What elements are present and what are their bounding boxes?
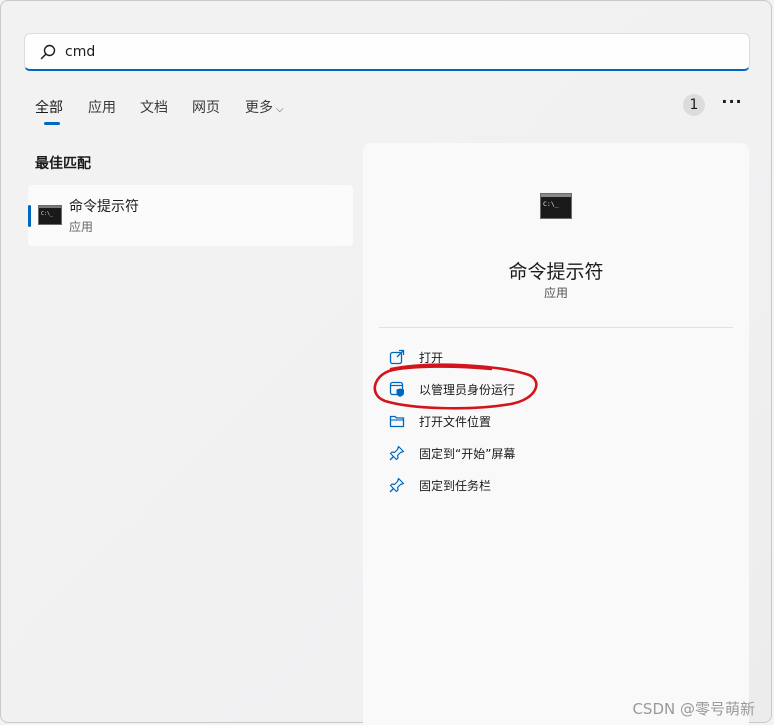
action-open-file-location[interactable]: 打开文件位置 [379,408,733,434]
tab-more[interactable]: 更多 ⌵ [245,97,284,117]
action-pin-to-taskbar[interactable]: 固定到任务栏 [379,472,733,498]
result-type: 应用 [69,220,94,234]
divider [379,327,733,328]
tab-documents[interactable]: 文档 [140,97,168,117]
tab-apps[interactable]: 应用 [88,97,116,117]
rewards-badge[interactable]: 1 [683,94,705,116]
action-open[interactable]: 打开 [379,344,733,370]
tab-all[interactable]: 全部 [35,97,63,125]
action-label: 固定到“开始”屏幕 [419,447,516,461]
app-type: 应用 [543,286,568,300]
command-prompt-icon: C:\_ [540,193,572,219]
action-label: 打开 [419,351,444,365]
best-match-result[interactable]: C:\_ 命令提示符 应用 [28,185,353,246]
svg-text:C:\_: C:\_ [543,200,559,208]
tab-label: 全部 [35,100,63,116]
chevron-down-icon: ⌵ [276,104,284,115]
search-box[interactable] [24,33,750,71]
watermark: CSDN @零号萌新 [632,700,755,718]
details-pane: C:\_ 命令提示符 应用 打开 以管理员身份运行 打开文件位置 固定到“开始”… [363,143,749,725]
action-run-as-admin[interactable]: 以管理员身份运行 [379,376,733,402]
selection-indicator [28,205,31,227]
svg-text:C:\_: C:\_ [41,211,54,217]
shield-admin-icon [389,381,404,397]
action-label: 以管理员身份运行 [419,383,516,397]
action-pin-to-start[interactable]: 固定到“开始”屏幕 [379,440,733,466]
best-match-heading: 最佳匹配 [35,156,91,172]
active-tab-indicator [44,122,60,125]
result-name: 命令提示符 [69,199,139,215]
action-label: 固定到任务栏 [419,479,492,493]
tab-label: 更多 [245,100,273,116]
tab-label: 网页 [192,100,220,116]
action-label: 打开文件位置 [419,415,492,429]
search-icon [40,44,56,60]
search-input[interactable] [65,40,725,64]
folder-icon [389,415,405,428]
more-options-button[interactable]: ··· [719,94,745,116]
start-search-panel: 全部 应用 文档 网页 更多⌵ 1 ··· 最佳匹配 C:\_ 命令提示符 应用 [0,0,772,725]
pin-icon [389,477,405,493]
command-prompt-icon: C:\_ [38,205,62,225]
app-title: 命令提示符 [508,261,604,283]
tab-web[interactable]: 网页 [192,97,220,117]
pin-icon [389,445,405,461]
tab-label: 文档 [140,100,168,116]
open-external-icon [389,349,405,365]
tab-label: 应用 [88,100,116,116]
